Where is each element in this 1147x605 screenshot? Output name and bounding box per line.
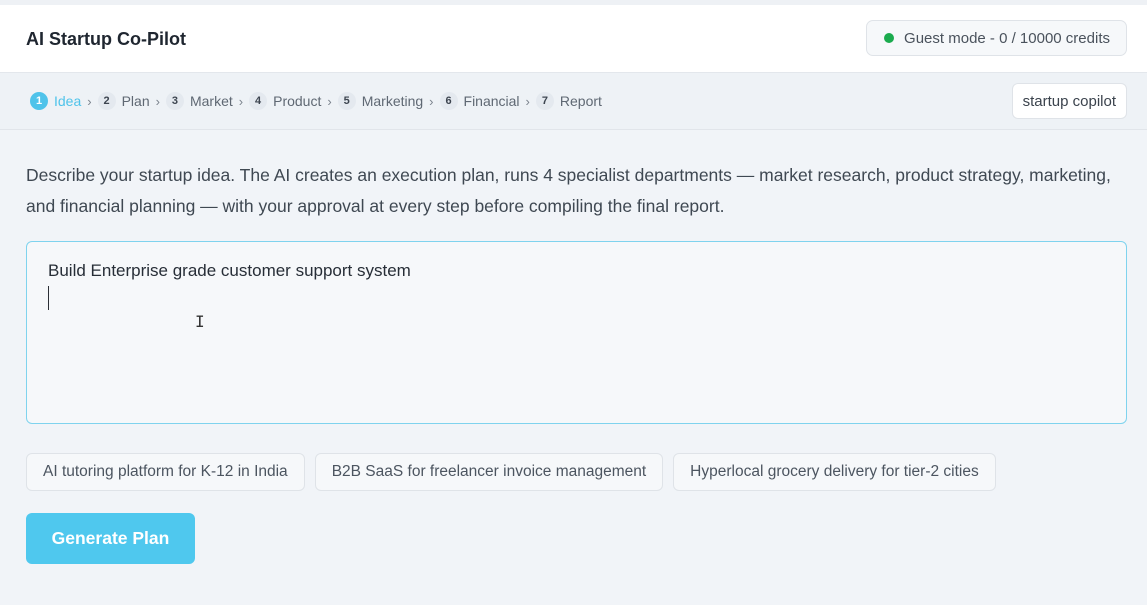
step-label: Market — [189, 93, 233, 109]
step-report[interactable]: 7 Report — [535, 92, 602, 110]
step-label: Product — [273, 93, 322, 109]
generate-plan-button[interactable]: Generate Plan — [26, 513, 195, 564]
suggestion-chip[interactable]: Hyperlocal grocery delivery for tier-2 c… — [673, 453, 996, 491]
step-idea[interactable]: 1 Idea — [30, 92, 81, 110]
step-number-badge: 4 — [249, 92, 268, 110]
step-label: Plan — [121, 93, 150, 109]
step-number-badge: 7 — [535, 92, 554, 110]
app-title: AI Startup Co-Pilot — [26, 29, 186, 49]
text-caret — [48, 286, 49, 310]
startup-copilot-button[interactable]: startup copilot — [1011, 83, 1127, 119]
step-number-badge: 2 — [97, 92, 116, 110]
suggestion-chips: AI tutoring platform for K-12 in India B… — [26, 453, 996, 491]
credits-text: Guest mode - 0 / 10000 credits — [904, 29, 1110, 47]
step-label: Financial — [463, 93, 520, 109]
step-number-badge: 1 — [30, 92, 48, 110]
step-label: Marketing — [361, 93, 424, 109]
chevron-right-icon: › — [525, 93, 530, 109]
step-product[interactable]: 4 Product — [249, 92, 321, 110]
idea-input-value: Build Enterprise grade customer support … — [48, 261, 411, 280]
step-number-badge: 6 — [439, 92, 458, 110]
step-label: Report — [559, 93, 602, 109]
app-header: AI Startup Co-Pilot Guest mode - 0 / 100… — [0, 5, 1147, 73]
chevron-right-icon: › — [87, 93, 92, 109]
suggestion-chip[interactable]: AI tutoring platform for K-12 in India — [26, 453, 305, 491]
step-list: 1 Idea › 2 Plan › 3 Market › 4 Product ›… — [30, 92, 602, 110]
step-plan[interactable]: 2 Plan — [97, 92, 150, 110]
chevron-right-icon: › — [238, 93, 244, 109]
step-marketing[interactable]: 5 Marketing — [337, 92, 424, 110]
chevron-right-icon: › — [429, 93, 434, 109]
suggestion-chip[interactable]: B2B SaaS for freelancer invoice manageme… — [314, 453, 664, 491]
status-dot-icon — [884, 33, 895, 43]
step-financial[interactable]: 6 Financial — [439, 92, 520, 110]
step-number-badge: 3 — [165, 92, 184, 110]
page-description: Describe your startup idea. The AI creat… — [26, 165, 1111, 216]
text-cursor-icon: I — [195, 312, 205, 331]
chevron-right-icon: › — [155, 93, 160, 109]
step-navigation: 1 Idea › 2 Plan › 3 Market › 4 Product ›… — [0, 73, 1147, 130]
step-label: Idea — [54, 93, 82, 109]
chevron-right-icon: › — [327, 93, 332, 109]
credits-badge: Guest mode - 0 / 10000 credits — [866, 20, 1127, 56]
idea-input[interactable]: Build Enterprise grade customer support … — [26, 241, 1127, 424]
step-market[interactable]: 3 Market — [165, 92, 233, 110]
step-number-badge: 5 — [337, 92, 356, 110]
